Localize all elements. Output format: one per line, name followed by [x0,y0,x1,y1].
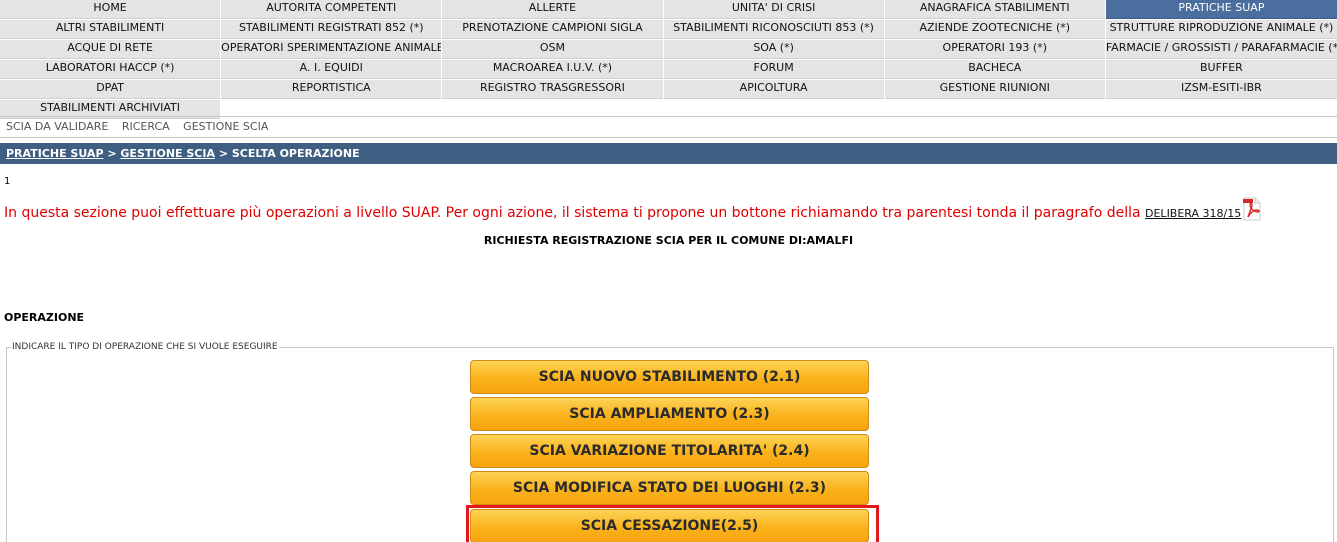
menu-item-osm[interactable]: OSM [442,40,663,59]
menu-item-unita-di-crisi[interactable]: UNITA' DI CRISI [663,0,884,19]
scia-ampliamento-button[interactable]: SCIA AMPLIAMENTO (2.3) [470,397,869,431]
sub-navigation: SCIA DA VALIDARE RICERCA GESTIONE SCIA [0,116,1337,138]
menu-item-stabilimenti-registrati-852[interactable]: STABILIMENTI REGISTRATI 852 (*) [221,20,442,39]
pdf-icon[interactable] [1243,197,1261,221]
menu-row: ACQUE DI RETE OPERATORI SPERIMENTAZIONE … [0,40,1337,60]
menu-item-farmacie-grossisti-parafarmacie[interactable]: FARMACIE / GROSSISTI / PARAFARMACIE (*) [1105,40,1337,59]
menu-item-registro-trasgressori[interactable]: REGISTRO TRASGRESSORI [442,80,663,99]
scia-modifica-stato-dei-luoghi-button[interactable]: SCIA MODIFICA STATO DEI LUOGHI (2.3) [470,471,869,505]
delibera-link[interactable]: DELIBERA 318/15 [1145,207,1241,220]
menu-row: ALTRI STABILIMENTI STABILIMENTI REGISTRA… [0,20,1337,40]
menu-item-dpat[interactable]: DPAT [0,80,221,99]
page-counter: 1 [4,176,11,187]
menu-item-ai-equidi[interactable]: A. I. EQUIDI [221,60,442,79]
menu-item-home[interactable]: HOME [0,0,221,19]
menu-item-operatori-193[interactable]: OPERATORI 193 (*) [884,40,1105,59]
menu-item-allerte[interactable]: ALLERTE [442,0,663,19]
menu-item-strutture-riproduzione-animale[interactable]: STRUTTURE RIPRODUZIONE ANIMALE (*) [1105,20,1337,39]
breadcrumb-link-gestione-scia[interactable]: GESTIONE SCIA [120,147,215,160]
intro-message: In questa sezione puoi effettuare più op… [4,197,1261,221]
menu-item-altri-stabilimenti[interactable]: ALTRI STABILIMENTI [0,20,221,39]
menu-item-pratiche-suap[interactable]: PRATICHE SUAP [1105,0,1337,19]
menu-row: DPAT REPORTISTICA REGISTRO TRASGRESSORI … [0,80,1337,100]
breadcrumb-current: SCELTA OPERAZIONE [231,147,360,160]
breadcrumb-link-pratiche-suap[interactable]: PRATICHE SUAP [6,147,104,160]
menu-item-anagrafica-stabilimenti[interactable]: ANAGRAFICA STABILIMENTI [884,0,1105,19]
selection-highlight [466,505,879,542]
menu-item-gestione-riunioni[interactable]: GESTIONE RIUNIONI [884,80,1105,99]
menu-item-forum[interactable]: FORUM [663,60,884,79]
menu-item-operatori-sperimentazione-animale[interactable]: OPERATORI SPERIMENTAZIONE ANIMALE [221,40,442,59]
menu-row: LABORATORI HACCP (*) A. I. EQUIDI MACROA… [0,60,1337,80]
subnav-scia-da-validare[interactable]: SCIA DA VALIDARE [6,120,108,133]
subnav-ricerca[interactable]: RICERCA [122,120,170,133]
menu-item-bacheca[interactable]: BACHECA [884,60,1105,79]
menu-item-prenotazione-campioni-sigla[interactable]: PRENOTAZIONE CAMPIONI SIGLA [442,20,663,39]
menu-item-soa[interactable]: SOA (*) [663,40,884,59]
request-title: RICHIESTA REGISTRAZIONE SCIA PER IL COMU… [483,234,854,247]
menu-item-izsm-esiti-ibr[interactable]: IZSM-ESITI-IBR [1105,80,1337,99]
subnav-gestione-scia[interactable]: GESTIONE SCIA [183,120,268,133]
menu-item-laboratori-haccp[interactable]: LABORATORI HACCP (*) [0,60,221,79]
menu-item-stabilimenti-riconosciuti-853[interactable]: STABILIMENTI RICONOSCIUTI 853 (*) [663,20,884,39]
menu-item-macroarea-iuv[interactable]: MACROAREA I.U.V. (*) [442,60,663,79]
breadcrumb-separator: > [103,147,121,160]
scia-variazione-titolarita-button[interactable]: SCIA VARIAZIONE TITOLARITA' (2.4) [470,434,869,468]
operation-title: OPERAZIONE [4,311,85,324]
scia-nuovo-stabilimento-button[interactable]: SCIA NUOVO STABILIMENTO (2.1) [470,360,869,394]
menu-item-buffer[interactable]: BUFFER [1105,60,1337,79]
breadcrumb-separator: > [214,147,232,160]
menu-item-apicoltura[interactable]: APICOLTURA [663,80,884,99]
menu-item-acque-di-rete[interactable]: ACQUE DI RETE [0,40,221,59]
menu-row: HOME AUTORITA COMPETENTI ALLERTE UNITA' … [0,0,1337,20]
fieldset-legend: INDICARE IL TIPO DI OPERAZIONE CHE SI VU… [11,342,279,352]
menu-item-reportistica[interactable]: REPORTISTICA [221,80,442,99]
breadcrumb: PRATICHE SUAP > GESTIONE SCIA > SCELTA O… [0,143,1337,164]
main-menu: HOME AUTORITA COMPETENTI ALLERTE UNITA' … [0,0,1337,120]
menu-item-aziende-zootecniche[interactable]: AZIENDE ZOOTECNICHE (*) [884,20,1105,39]
menu-item-autorita-competenti[interactable]: AUTORITA COMPETENTI [221,0,442,19]
intro-text: In questa sezione puoi effettuare più op… [4,205,1146,221]
